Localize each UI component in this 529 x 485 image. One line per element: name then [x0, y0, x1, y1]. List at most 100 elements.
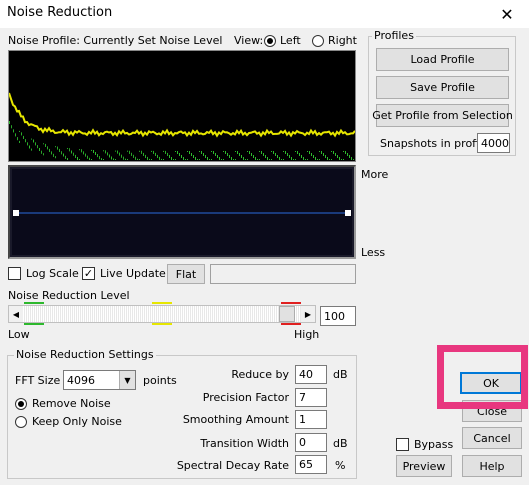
noise-floor-point — [231, 157, 232, 158]
noise-floor-point — [43, 153, 44, 155]
noise-floor-point — [327, 158, 328, 159]
close-window-icon[interactable]: ✕ — [485, 0, 529, 28]
noise-floor-point — [333, 151, 334, 152]
noise-floor-point — [225, 153, 226, 154]
preview-button[interactable]: Preview — [396, 455, 452, 477]
noise-floor-point — [223, 151, 224, 152]
noise-floor-point — [335, 155, 336, 156]
checkbox-unchecked-icon — [8, 267, 21, 280]
noise-floor-point — [53, 154, 54, 156]
noise-floor-point — [269, 159, 270, 160]
noise-floor-point — [325, 155, 326, 156]
noise-floor-point — [143, 154, 144, 156]
noise-floor-point — [275, 153, 276, 154]
reduction-level-slider[interactable]: ◀ ▶ — [8, 305, 316, 323]
curve-handle-left[interactable] — [13, 210, 19, 216]
noise-floor-point — [177, 151, 178, 152]
noise-floor-point — [335, 153, 336, 154]
flat-button[interactable]: Flat — [167, 264, 205, 284]
noise-floor-point — [159, 157, 160, 159]
load-profile-button[interactable]: Load Profile — [376, 48, 509, 71]
slider-thumb[interactable] — [279, 306, 295, 322]
fft-size-dropdown[interactable]: 4096 ▼ — [63, 370, 136, 390]
noise-floor-point — [197, 159, 198, 160]
noise-floor-point — [317, 159, 318, 160]
noise-floor-point — [241, 156, 242, 157]
transition-width-input[interactable]: 0 — [295, 433, 327, 452]
radio-unselected-icon — [15, 415, 27, 428]
noise-floor-point — [159, 158, 160, 160]
noise-floor-point — [21, 134, 22, 136]
view-left-radio[interactable]: Left — [264, 34, 301, 47]
reduce-by-input[interactable]: 40 — [295, 365, 327, 384]
noise-floor-point — [203, 153, 204, 154]
chevron-down-icon[interactable]: ▼ — [119, 371, 135, 389]
noise-floor-point — [59, 148, 60, 150]
spectral-decay-input[interactable]: 65 — [295, 455, 327, 474]
noise-floor-point — [313, 155, 314, 156]
noise-floor-point — [163, 159, 164, 160]
scroll-left-arrow-icon[interactable]: ◀ — [9, 306, 23, 322]
slider-track[interactable] — [23, 306, 301, 322]
help-button[interactable]: Help — [462, 455, 522, 477]
noise-floor-point — [153, 151, 154, 153]
reduction-level-input[interactable]: 100 — [320, 306, 356, 326]
noise-floor-point — [279, 159, 280, 160]
noise-floor-point — [65, 157, 66, 159]
noise-floor-point — [263, 153, 264, 154]
live-update-checkbox[interactable]: ✓ Live Update — [82, 267, 166, 280]
noise-floor-point — [27, 142, 28, 144]
noise-floor-point — [115, 150, 116, 152]
noise-floor-point — [157, 154, 158, 156]
noise-floor-point — [21, 132, 22, 134]
noise-floor-point — [19, 140, 20, 142]
noise-floor-point — [299, 153, 300, 154]
log-scale-label: Log Scale — [26, 267, 79, 280]
reduction-curve-graph[interactable] — [8, 165, 356, 259]
noise-floor-point — [309, 152, 310, 153]
noise-floor-point — [75, 156, 76, 158]
noise-floor-point — [215, 153, 216, 154]
noise-floor-point — [133, 156, 134, 158]
smoothing-amount-input[interactable]: 1 — [295, 410, 327, 429]
bypass-checkbox[interactable]: Bypass — [396, 438, 453, 451]
log-scale-checkbox[interactable]: Log Scale — [8, 267, 79, 280]
noise-floor-point — [237, 151, 238, 152]
noise-floor-point — [119, 154, 120, 156]
precision-factor-input[interactable]: 7 — [295, 388, 327, 407]
cancel-button[interactable]: Cancel — [462, 427, 522, 449]
noise-floor-point — [53, 155, 54, 157]
noise-floor-point — [83, 152, 84, 154]
noise-floor-point — [73, 152, 74, 154]
noise-floor-point — [239, 153, 240, 154]
noise-floor-point — [297, 153, 298, 154]
noise-floor-point — [315, 159, 316, 160]
noise-floor-point — [85, 154, 86, 156]
noise-floor-point — [37, 146, 38, 148]
noise-floor-point — [169, 157, 170, 158]
noise-floor-point — [69, 149, 70, 151]
status-box — [210, 264, 356, 284]
curve-handle-right[interactable] — [345, 210, 351, 216]
view-right-radio[interactable]: Right — [312, 34, 357, 47]
noise-floor-point — [313, 156, 314, 157]
noise-floor-point — [9, 123, 10, 124]
noise-floor-point — [213, 152, 214, 153]
noise-floor-point — [273, 153, 274, 154]
noise-floor-point — [325, 156, 326, 157]
noise-floor-point — [105, 151, 106, 153]
save-profile-button[interactable]: Save Profile — [376, 76, 509, 99]
get-profile-button[interactable]: Get Profile from Selection — [372, 104, 513, 127]
scroll-right-arrow-icon[interactable]: ▶ — [301, 306, 315, 322]
noise-floor-point — [255, 157, 256, 158]
noise-floor-point — [199, 151, 200, 152]
noise-floor-point — [195, 158, 196, 159]
reduction-curve-plot[interactable] — [10, 167, 354, 257]
noise-floor-point — [301, 155, 302, 156]
keep-only-noise-radio[interactable]: Keep Only Noise — [15, 415, 122, 428]
noise-floor-point — [51, 152, 52, 154]
noise-floor-point — [239, 155, 240, 156]
remove-noise-radio[interactable]: Remove Noise — [15, 397, 111, 410]
snapshots-input[interactable]: 4000 — [477, 133, 510, 153]
noise-floor-point — [149, 159, 150, 160]
